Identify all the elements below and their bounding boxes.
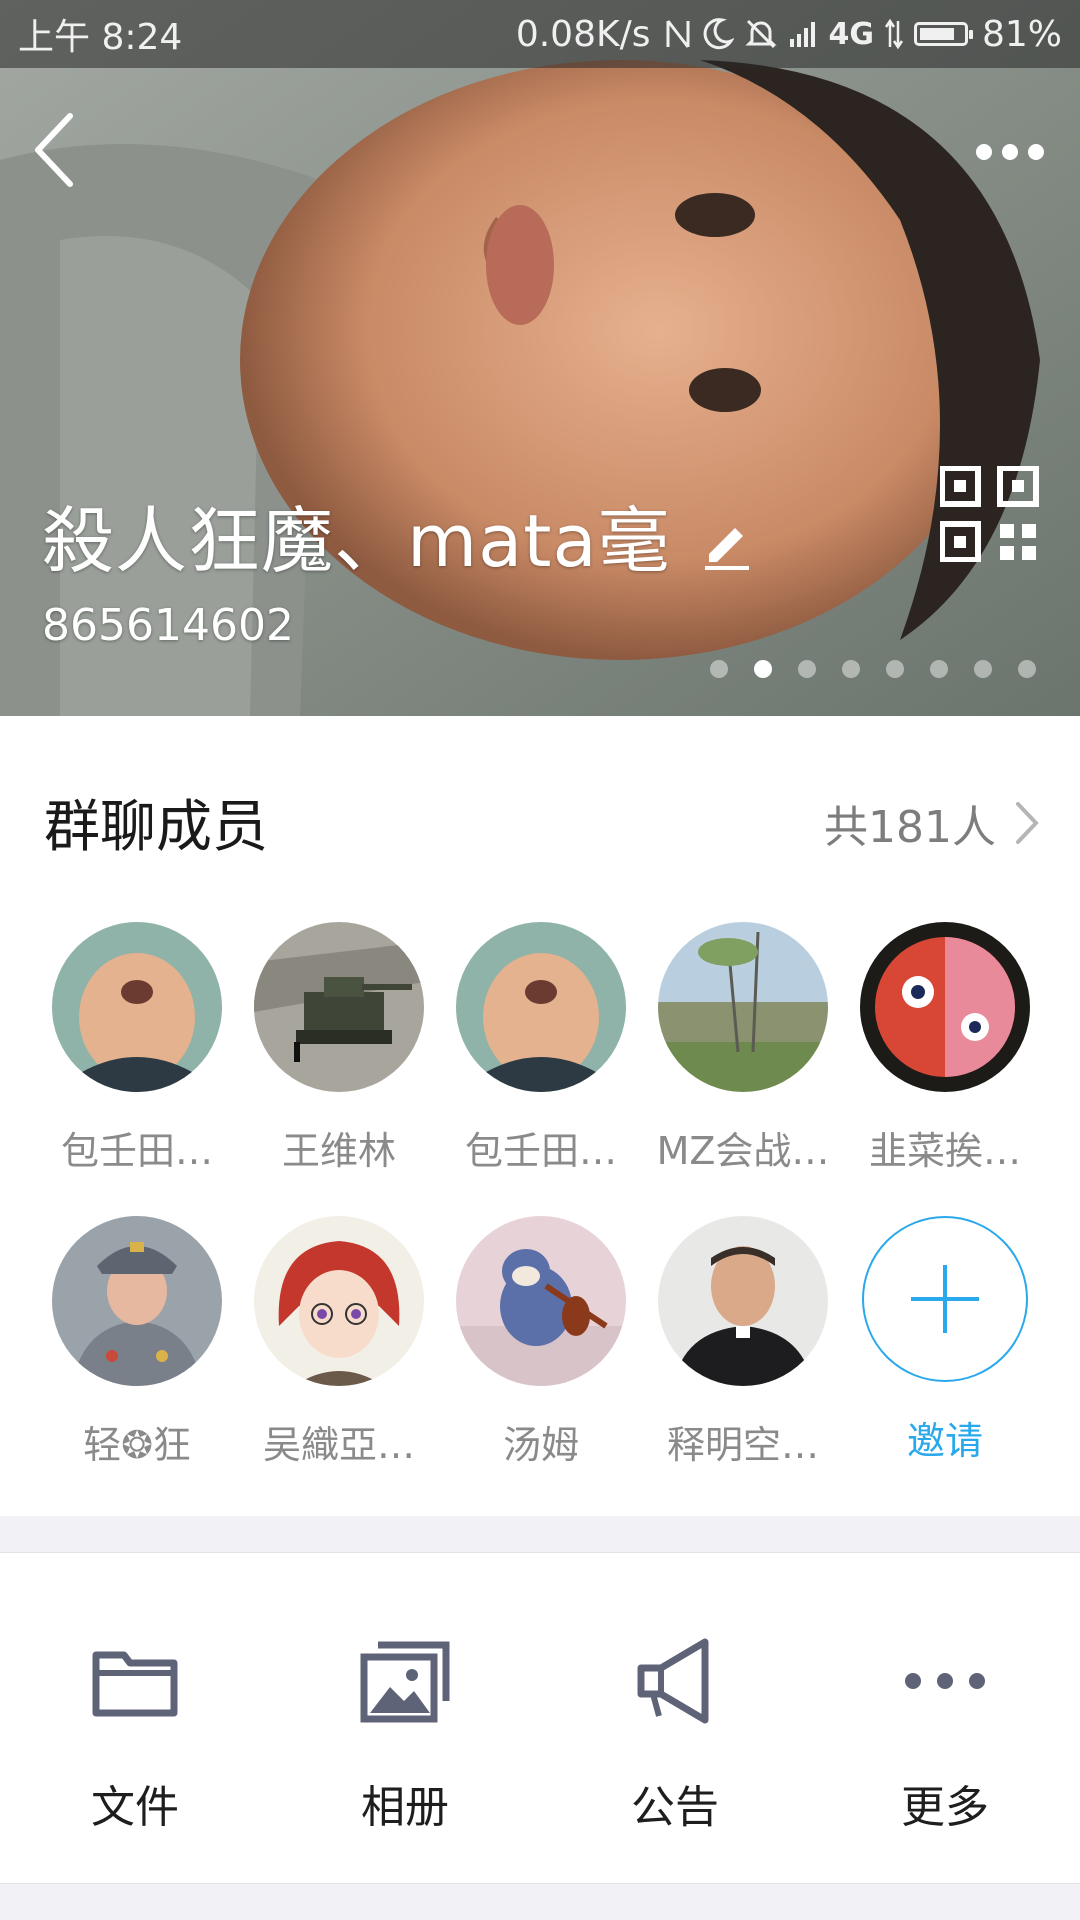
carousel-indicator (710, 660, 1036, 678)
more-dots-icon (897, 1633, 993, 1729)
carousel-dot (974, 660, 992, 678)
plus-icon (911, 1265, 979, 1333)
member-item[interactable]: 包壬田… (36, 922, 238, 1175)
member-name: 轻❂狂 (83, 1423, 191, 1467)
album-icon (357, 1633, 453, 1729)
river-landscape-avatar (658, 922, 828, 1092)
tool-files[interactable]: 文件 (0, 1633, 270, 1835)
data-arrows-icon (884, 18, 904, 50)
member-name: 汤姆 (502, 1423, 579, 1467)
more-dot-icon (1028, 144, 1044, 160)
member-name: 韭菜挨… (868, 1129, 1021, 1173)
status-bar: 上午 8:24 0.08K/s 4G 81% (0, 0, 1080, 68)
members-title: 群聊成员 (44, 795, 268, 860)
group-id: 865614602 (42, 600, 294, 651)
signal-icon (790, 22, 816, 47)
tank-photo-avatar (254, 922, 424, 1092)
member-item[interactable]: 包壬田… (440, 922, 642, 1175)
tool-more[interactable]: 更多 (810, 1633, 1080, 1835)
member-item[interactable]: 吴織亞… (238, 1216, 440, 1469)
carousel-dot (930, 660, 948, 678)
more-dot-icon (1002, 144, 1018, 160)
chevron-left-icon (35, 113, 73, 187)
battery-icon (913, 22, 973, 46)
carousel-dot (842, 660, 860, 678)
network-type: 4G (828, 16, 874, 52)
group-name: 殺人狂魔、mata毫 (42, 499, 671, 583)
invite-circle[interactable] (862, 1216, 1028, 1382)
carousel-dot (1018, 660, 1036, 678)
portrait-avatar (456, 922, 626, 1092)
qr-code-icon[interactable] (940, 466, 1040, 562)
network-speed: 0.08K/s (515, 13, 651, 55)
priest-portrait-avatar (658, 1216, 828, 1386)
moon-icon (704, 18, 735, 50)
member-item[interactable]: 韭菜挨… (844, 922, 1046, 1175)
member-item[interactable]: 汤姆 (440, 1216, 642, 1469)
members-count-label: 共181人 (824, 801, 996, 853)
folder-icon (87, 1633, 183, 1729)
status-time: 上午 8:24 (18, 17, 183, 58)
member-name: 包壬田… (464, 1129, 617, 1173)
tool-label: 相册 (361, 1782, 449, 1833)
mute-bell-icon (745, 19, 778, 49)
group-name-row: 殺人狂魔、mata毫 (42, 482, 755, 587)
member-name: 王维林 (281, 1129, 396, 1173)
military-officer-avatar (52, 1216, 222, 1386)
portrait-avatar (52, 922, 222, 1092)
cartoon-cat-avatar (456, 1216, 626, 1386)
carousel-dot (886, 660, 904, 678)
edit-pencil-icon[interactable] (699, 514, 755, 570)
carousel-dot (798, 660, 816, 678)
member-item[interactable]: 释明空… (642, 1216, 844, 1469)
carousel-dot (710, 660, 728, 678)
tool-label: 文件 (91, 1782, 179, 1833)
members-count[interactable]: 共181人 (824, 791, 1040, 855)
member-name: 包壬田… (60, 1129, 213, 1173)
red-face-cartoon-avatar (860, 922, 1030, 1092)
invite-label: 邀请 (906, 1419, 983, 1463)
member-item[interactable]: 轻❂狂 (36, 1216, 238, 1469)
tool-label: 更多 (901, 1782, 989, 1833)
battery-percent: 81% (981, 13, 1062, 55)
invite-button[interactable]: 邀请 (844, 1216, 1046, 1465)
member-item[interactable]: MZ会战… (642, 922, 844, 1175)
megaphone-icon (627, 1633, 723, 1729)
tool-album[interactable]: 相册 (270, 1633, 540, 1835)
more-dot-icon (976, 144, 992, 160)
member-name: MZ会战… (656, 1129, 830, 1173)
member-item[interactable]: 王维林 (238, 922, 440, 1175)
chevron-right-icon (1016, 801, 1039, 844)
anime-girl-avatar (254, 1216, 424, 1386)
tool-announcement[interactable]: 公告 (540, 1633, 810, 1835)
carousel-dot (754, 660, 772, 678)
members-header[interactable]: 群聊成员 共181人 (44, 782, 1040, 863)
nfc-icon (666, 20, 690, 48)
back-button[interactable] (24, 110, 84, 190)
tool-label: 公告 (631, 1782, 719, 1833)
more-options-button[interactable] (964, 128, 1056, 176)
member-name: 释明空… (666, 1423, 819, 1467)
group-tools-bar: 文件 相册 公告 更多 (0, 1552, 1080, 1884)
group-cover[interactable]: 上午 8:24 0.08K/s 4G 81% 殺人狂魔、mata毫 865614… (0, 0, 1080, 716)
members-section: 群聊成员 共181人 包壬田… 王维林 包壬田… MZ会战… 韭菜挨… 轻❂狂 … (0, 716, 1080, 1516)
member-name: 吴織亞… (262, 1423, 415, 1467)
